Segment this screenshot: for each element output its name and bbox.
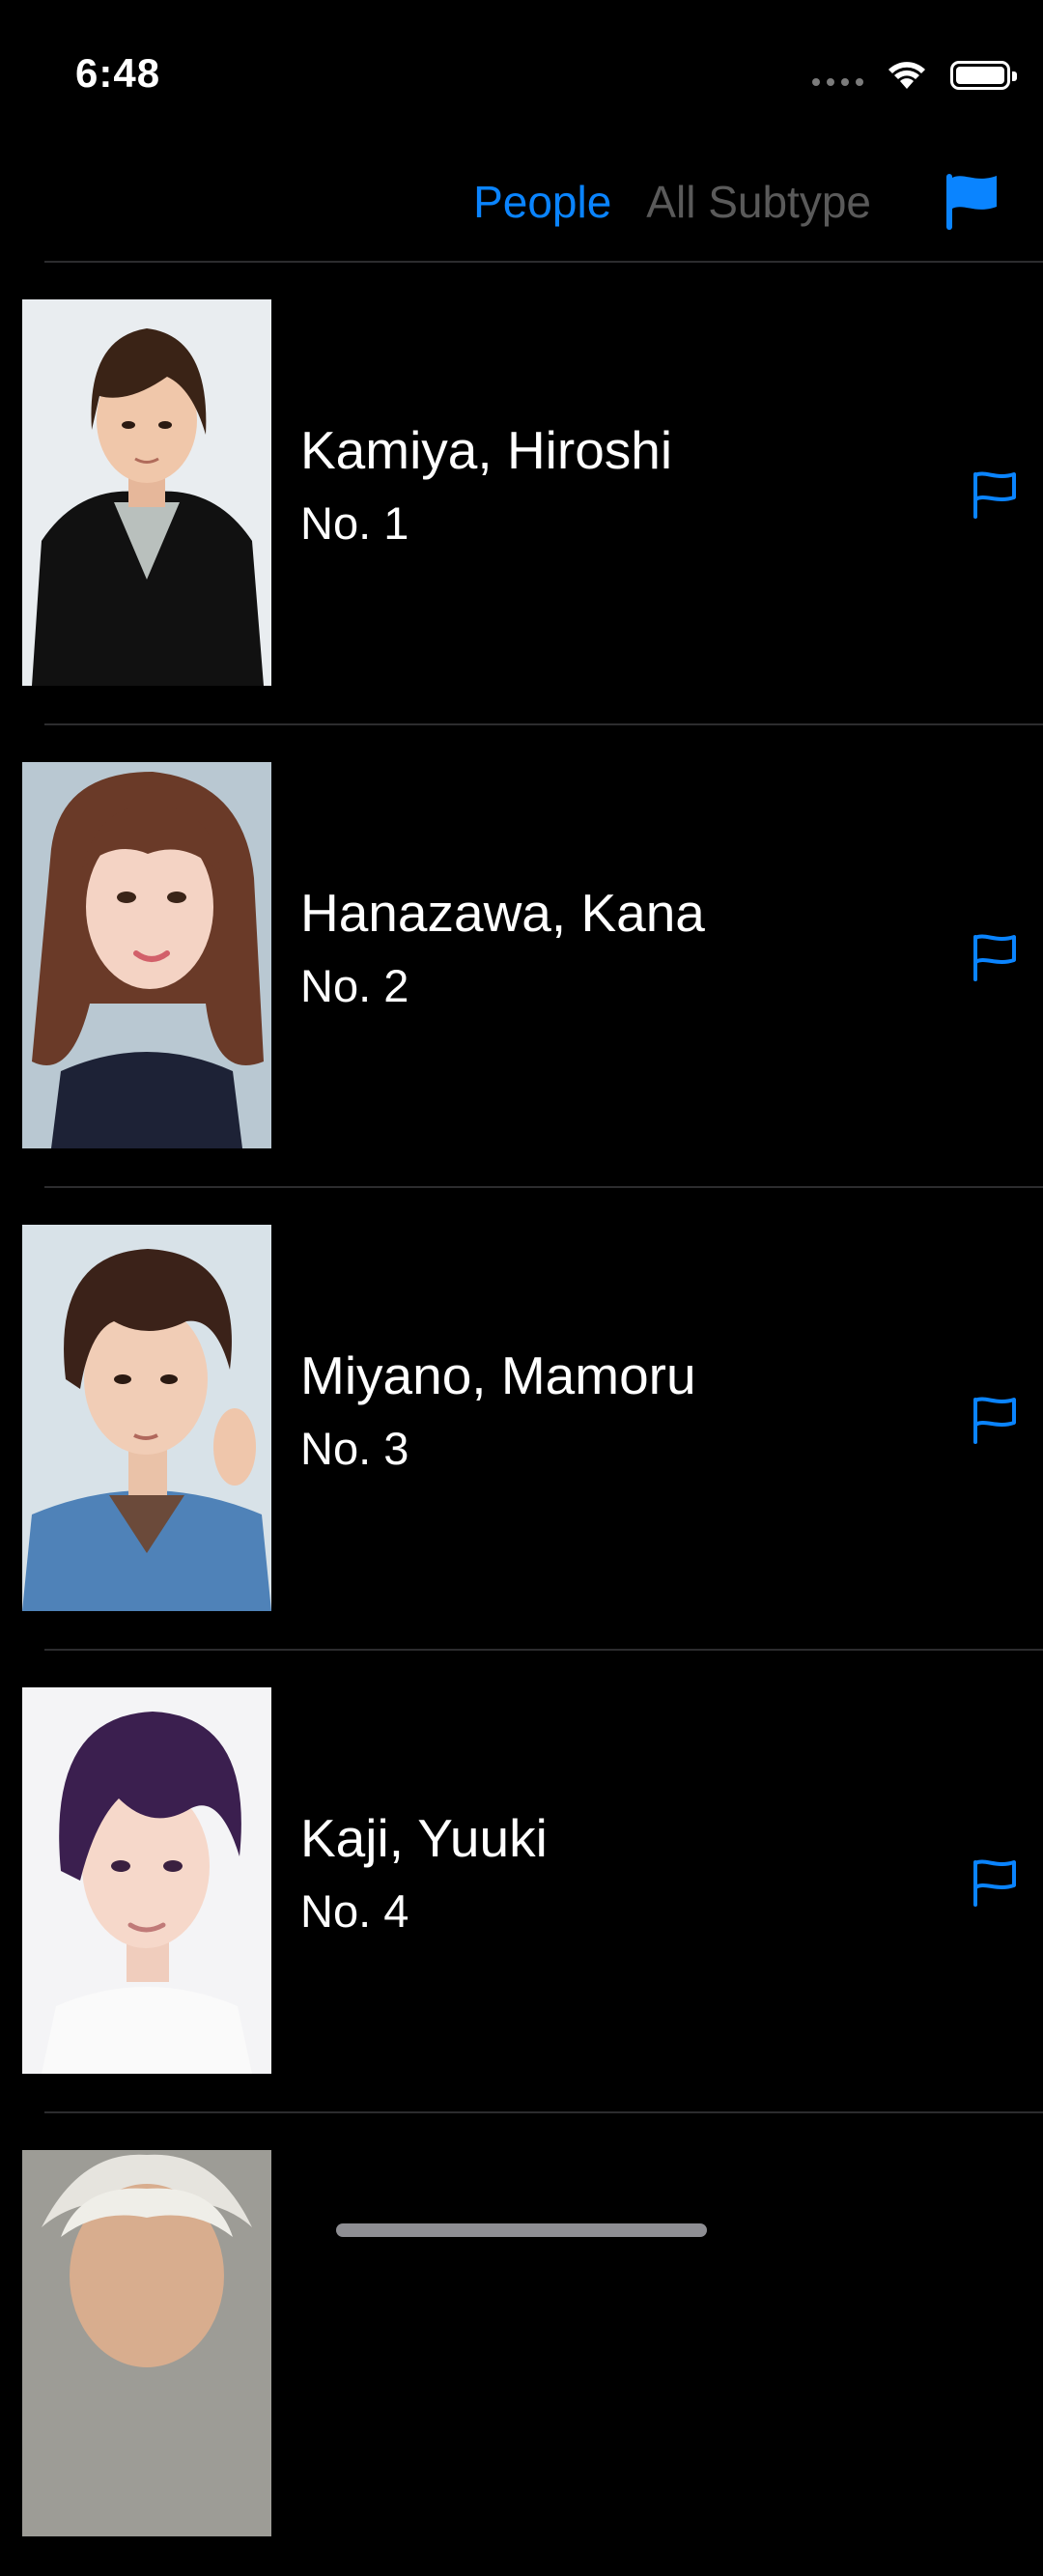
segment-all-subtype[interactable]: All Subtype [646,176,871,228]
person-photo [22,1225,271,1611]
person-number: No. 1 [300,497,409,549]
nav-bar: People All Subtype [0,135,1043,263]
person-number: No. 3 [300,1423,409,1474]
flag-outline-icon[interactable] [972,470,1018,519]
status-time: 6:48 [75,50,161,96]
list-item[interactable]: Hanazawa, Kana No. 2 [0,725,1043,1188]
person-name: Kamiya, Hiroshi [300,420,673,480]
flag-outline-icon[interactable] [972,1858,1018,1907]
person-photo [22,2150,271,2536]
person-photo [22,299,271,686]
home-indicator[interactable] [336,2223,707,2237]
flag-filled-icon[interactable] [943,172,999,232]
person-number: No. 4 [300,1885,409,1937]
wifi-icon [888,62,925,89]
flag-outline-icon[interactable] [972,1396,1018,1444]
person-name: Miyano, Mamoru [300,1345,696,1405]
person-number: No. 2 [300,960,409,1011]
list-item[interactable]: Kamiya, Hiroshi No. 1 [0,263,1043,725]
flag-outline-icon[interactable] [972,933,1018,981]
status-bar: 6:48 [0,0,1043,135]
list-item[interactable]: Kaji, Yuuki No. 4 [0,1651,1043,2113]
status-icons [812,56,1017,95]
segment-control: People All Subtype [473,176,871,228]
person-photo [22,1687,271,2074]
person-photo [22,762,271,1148]
person-name: Kaji, Yuuki [300,1808,548,1868]
battery-icon [950,61,1017,90]
cellular-signal-icon [812,78,863,86]
list-item[interactable]: Miyano, Mamoru No. 3 [0,1188,1043,1651]
list-item[interactable] [0,2113,1043,2576]
person-name: Hanazawa, Kana [300,883,705,943]
segment-people[interactable]: People [473,176,611,228]
